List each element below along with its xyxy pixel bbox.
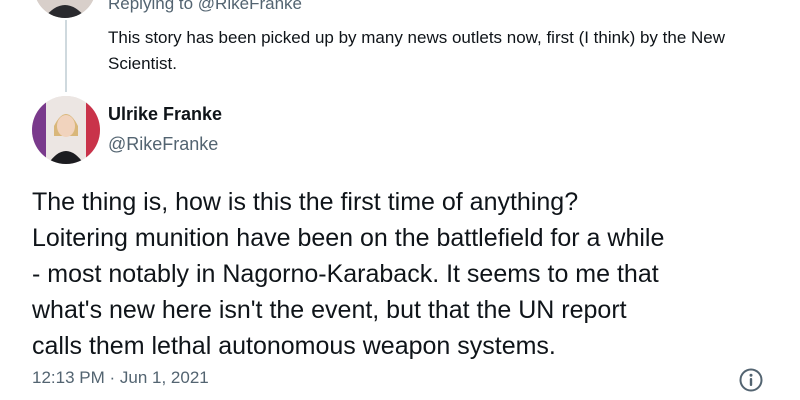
- info-icon[interactable]: [738, 367, 764, 393]
- avatar[interactable]: [32, 96, 100, 164]
- tweet-text-line: - most notably in Nagorno-Karaback. It s…: [32, 260, 659, 288]
- author-name[interactable]: Ulrike Franke: [108, 104, 222, 125]
- replying-to: Replying to @RikeFranke: [108, 0, 302, 14]
- thread-connector-line: [65, 20, 67, 92]
- previous-tweet-text: This story has been picked up by many ne…: [108, 28, 726, 73]
- replying-prefix: Replying to: [108, 0, 194, 13]
- tweet-screenshot: Replying to @RikeFranke This story has b…: [0, 0, 800, 400]
- author-handle[interactable]: @RikeFranke: [108, 134, 218, 155]
- tweet-timestamp[interactable]: 12:13 PM · Jun 1, 2021: [32, 368, 209, 388]
- tweet-text-line: The thing is, how is this the first time…: [32, 188, 579, 216]
- previous-tweet-avatar[interactable]: [34, 0, 96, 18]
- tweet-text-line: calls them lethal autonomous weapon syst…: [32, 332, 556, 360]
- replying-handle-link[interactable]: @RikeFranke: [198, 0, 302, 13]
- tweet-text-line: what's new here isn't the event, but tha…: [32, 296, 627, 324]
- tweet-text: The thing is, how is this the first time…: [32, 184, 782, 364]
- tweet-text-line: Loitering munition have been on the batt…: [32, 224, 665, 252]
